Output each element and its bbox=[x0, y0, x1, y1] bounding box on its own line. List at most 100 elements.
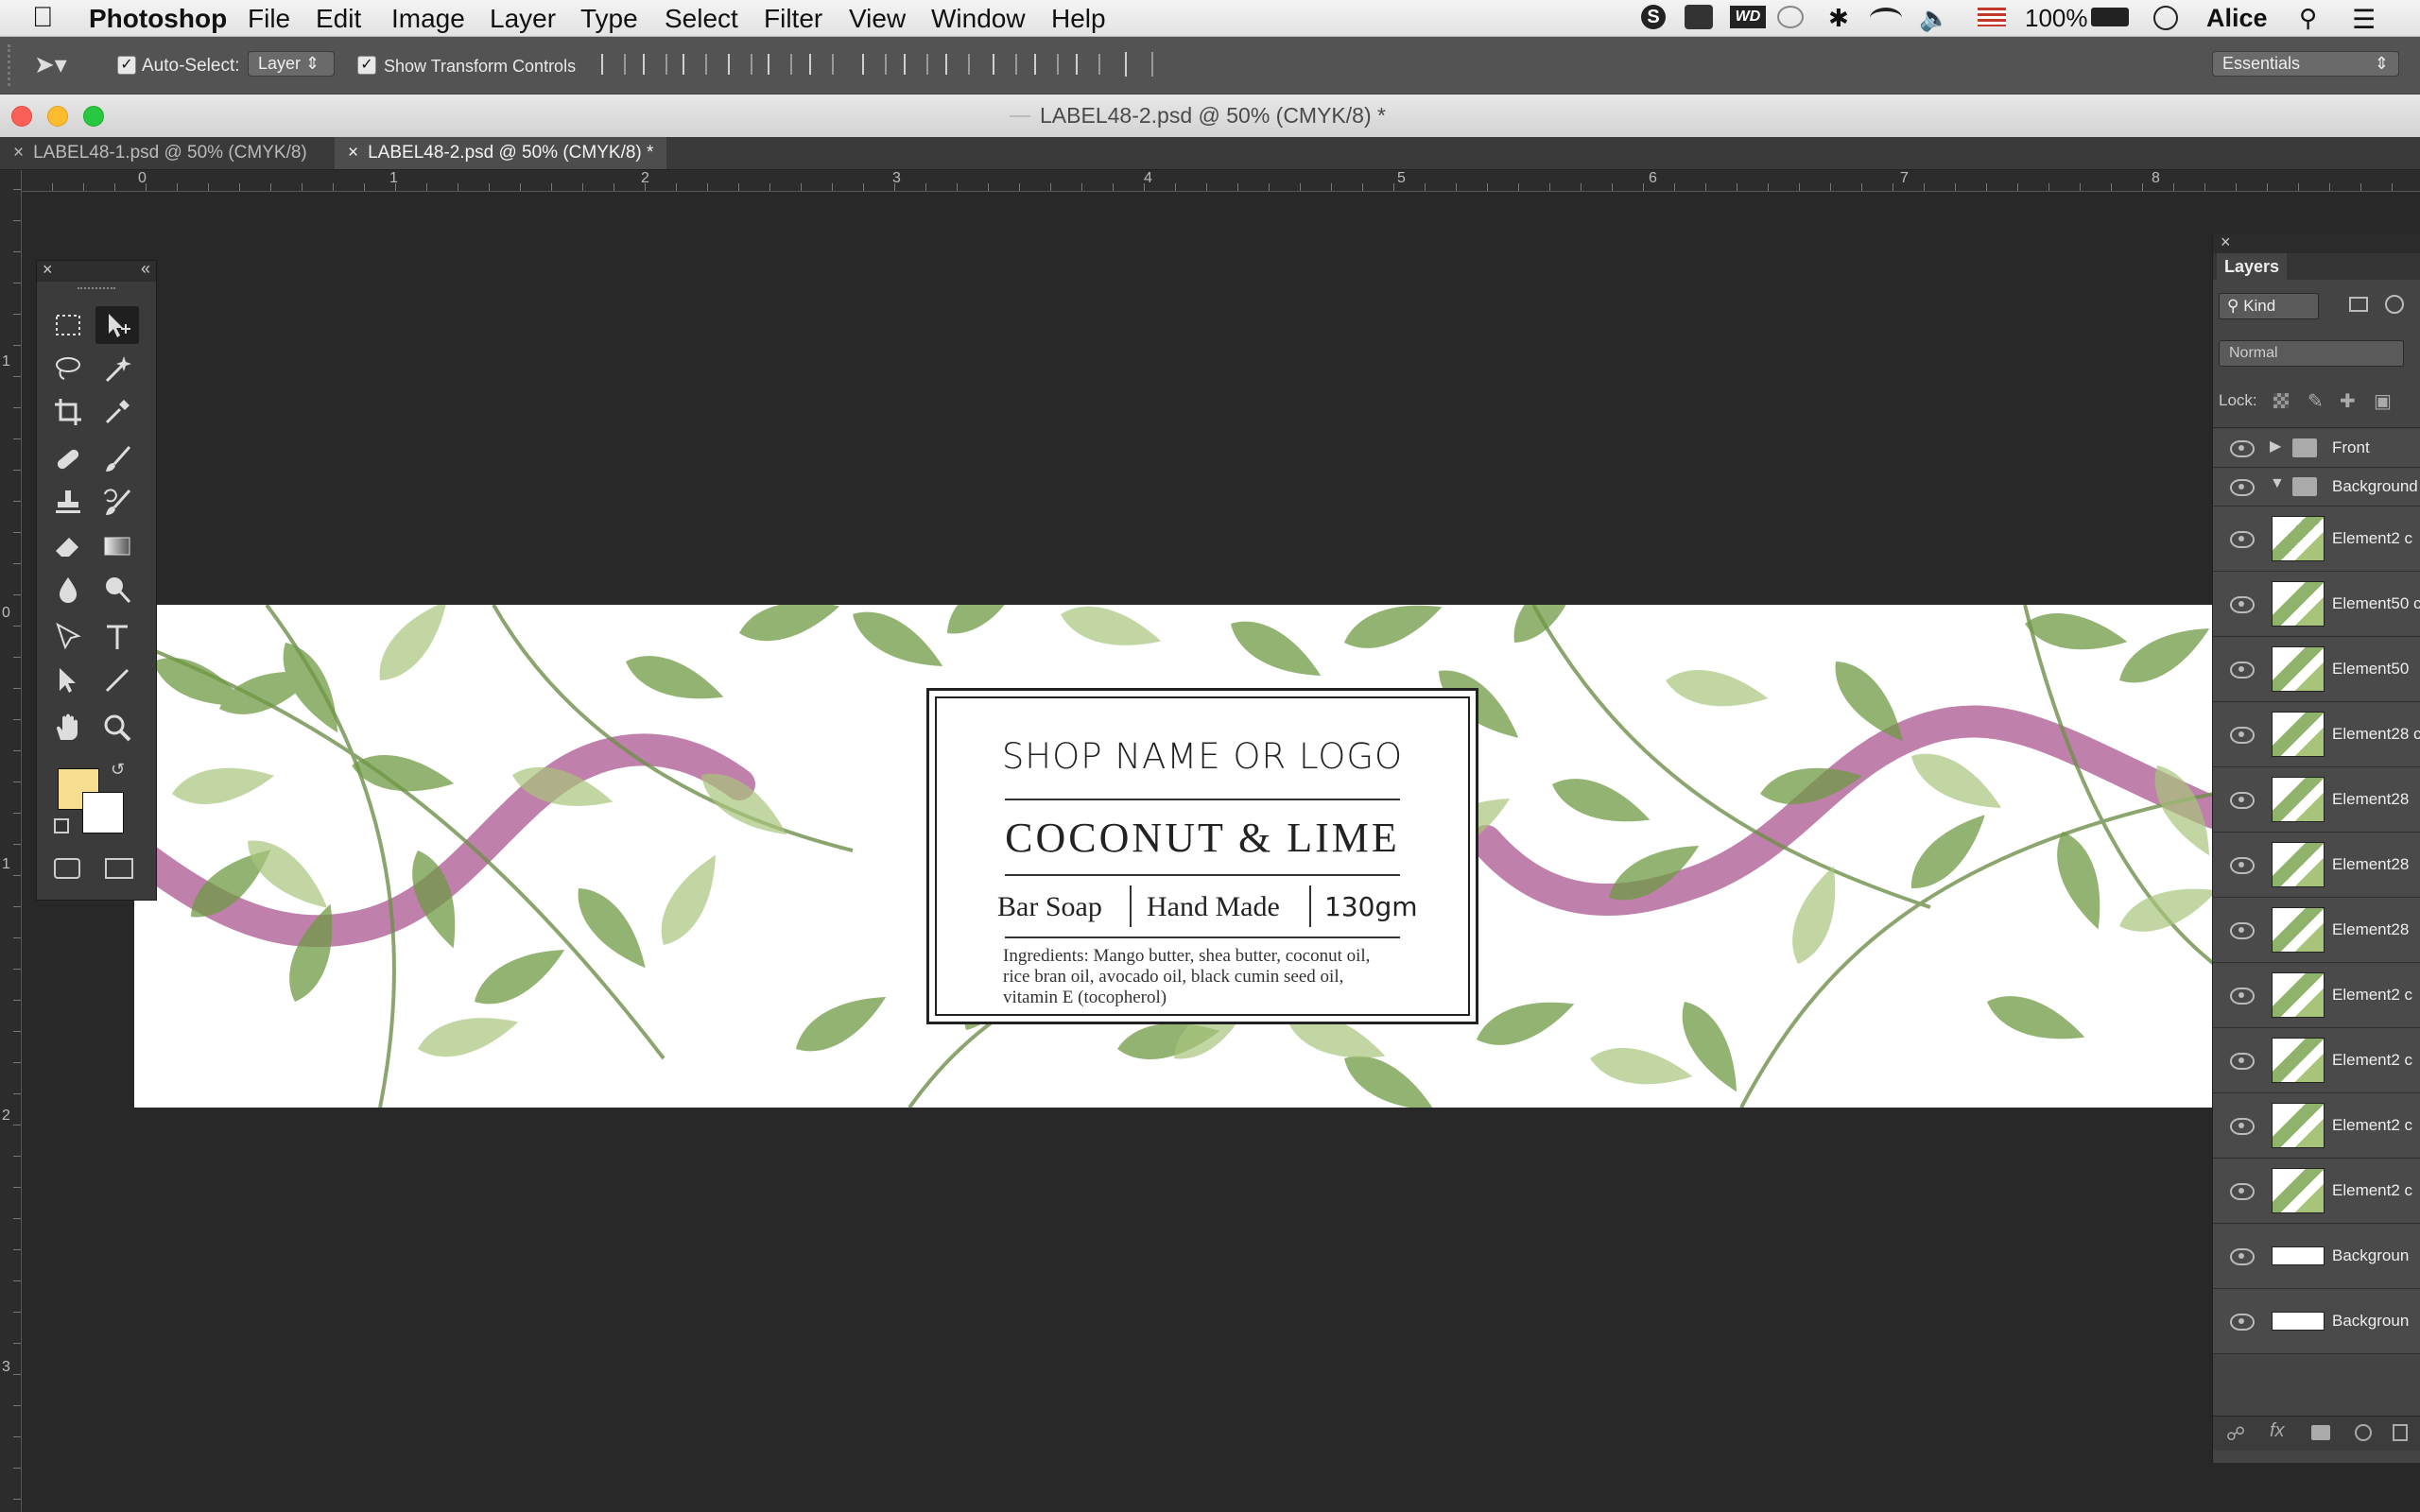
healing-brush-tool[interactable] bbox=[46, 440, 90, 478]
visibility-eye-icon[interactable] bbox=[2230, 531, 2255, 548]
layer-row[interactable]: Element28 bbox=[2213, 767, 2420, 833]
window-minimize-button[interactable] bbox=[47, 106, 68, 127]
layer-row[interactable]: Element50 bbox=[2213, 637, 2420, 702]
new-group-icon[interactable] bbox=[2393, 1424, 2408, 1441]
lock-transparent-icon[interactable] bbox=[2273, 393, 2289, 408]
visibility-eye-icon[interactable] bbox=[2230, 662, 2255, 679]
visibility-eye-icon[interactable] bbox=[2230, 727, 2255, 744]
layer-thumbnail[interactable] bbox=[2272, 842, 2325, 887]
eyedropper-tool[interactable] bbox=[95, 393, 139, 431]
wd-icon[interactable]: WD bbox=[1730, 6, 1766, 28]
window-zoom-button[interactable] bbox=[83, 106, 104, 127]
us-flag-icon[interactable] bbox=[1978, 8, 2006, 26]
layer-row[interactable]: Element50 cop bbox=[2213, 572, 2420, 637]
panel-collapse-icon[interactable]: « bbox=[141, 259, 150, 279]
clock-icon[interactable] bbox=[2153, 6, 2178, 30]
marquee-tool[interactable] bbox=[46, 306, 90, 344]
menu-edit[interactable]: Edit bbox=[316, 4, 361, 34]
layer-thumbnail[interactable] bbox=[2272, 777, 2325, 822]
menu-file[interactable]: File bbox=[248, 4, 290, 34]
lock-all-icon[interactable]: ▣ bbox=[2374, 389, 2392, 413]
visibility-eye-icon[interactable] bbox=[2230, 1183, 2255, 1200]
visibility-eye-icon[interactable] bbox=[2230, 1248, 2255, 1265]
screen-mode-icon[interactable] bbox=[105, 858, 133, 879]
layer-row-group-background[interactable]: ▼ Background bbox=[2213, 468, 2420, 507]
history-brush-tool[interactable] bbox=[95, 484, 139, 522]
align-right-icon[interactable] bbox=[809, 54, 834, 75]
bluetooth-icon[interactable]: ✱ bbox=[1828, 4, 1849, 33]
align-hcenter-icon[interactable] bbox=[768, 54, 792, 75]
clone-stamp-tool[interactable] bbox=[46, 484, 90, 522]
visibility-eye-icon[interactable] bbox=[2230, 596, 2255, 613]
menu-image[interactable]: Image bbox=[391, 4, 465, 34]
horizontal-ruler[interactable]: 0 1 2 3 4 5 6 7 8 bbox=[21, 170, 2420, 192]
distribute-bottom-icon[interactable] bbox=[945, 54, 970, 75]
options-bar-grip[interactable] bbox=[8, 44, 26, 86]
detail-weight[interactable]: 130gm bbox=[1324, 891, 1418, 922]
panel-close-icon[interactable]: × bbox=[43, 260, 53, 280]
visibility-eye-icon[interactable] bbox=[2230, 479, 2255, 496]
tools-panel-grip[interactable] bbox=[78, 287, 115, 295]
volume-icon[interactable]: 🔈 bbox=[1919, 4, 1949, 33]
align-left-icon[interactable] bbox=[728, 54, 752, 75]
layer-thumbnail[interactable] bbox=[2272, 646, 2325, 692]
menu-help[interactable]: Help bbox=[1051, 4, 1106, 34]
layer-row[interactable]: Element28 bbox=[2213, 898, 2420, 963]
visibility-eye-icon[interactable] bbox=[2230, 857, 2255, 874]
layer-row[interactable]: Element2 c bbox=[2213, 1159, 2420, 1224]
layer-filter-dropdown[interactable]: ⚲ Kind bbox=[2219, 293, 2319, 319]
link-layers-icon[interactable]: ☍ bbox=[2226, 1422, 2245, 1446]
layer-thumbnail[interactable] bbox=[2272, 907, 2325, 953]
skype-icon[interactable]: S bbox=[1641, 5, 1666, 29]
background-color-swatch[interactable] bbox=[82, 792, 124, 833]
lasso-tool[interactable] bbox=[46, 350, 90, 387]
visibility-eye-icon[interactable] bbox=[2230, 792, 2255, 809]
menu-window[interactable]: Window bbox=[931, 4, 1026, 34]
document-proxy-icon[interactable] bbox=[1010, 115, 1030, 117]
tab-layers[interactable]: Layers bbox=[2217, 253, 2288, 280]
app-menu[interactable]: Photoshop bbox=[89, 4, 227, 34]
tab-close-icon[interactable]: × bbox=[13, 143, 24, 163]
wifi-icon[interactable] bbox=[1870, 8, 1902, 28]
align-bottom-icon[interactable] bbox=[683, 54, 707, 75]
layer-row[interactable]: Backgroun bbox=[2213, 1289, 2420, 1354]
line-tool[interactable] bbox=[95, 662, 139, 699]
show-transform-checkbox[interactable]: ✓ bbox=[357, 56, 376, 75]
move-tool[interactable] bbox=[95, 306, 139, 344]
visibility-eye-icon[interactable] bbox=[2230, 1118, 2255, 1135]
auto-align-icon[interactable] bbox=[1125, 52, 1153, 77]
distribute-right-icon[interactable] bbox=[1076, 54, 1100, 75]
auto-select-dropdown[interactable]: Layer ⇕ bbox=[248, 51, 335, 77]
detail-bar-soap[interactable]: Bar Soap bbox=[997, 891, 1102, 923]
align-vcenter-icon[interactable] bbox=[643, 54, 667, 75]
menu-view[interactable]: View bbox=[849, 4, 906, 34]
blend-mode-dropdown[interactable]: Normal bbox=[2219, 340, 2404, 367]
layer-thumbnail[interactable] bbox=[2272, 712, 2325, 757]
battery-icon[interactable] bbox=[2091, 8, 2129, 26]
swap-colors-icon[interactable]: ↺ bbox=[111, 760, 125, 780]
dropbox-icon[interactable] bbox=[1685, 5, 1713, 29]
layer-row[interactable]: Element28 c bbox=[2213, 702, 2420, 767]
apple-icon[interactable]:  bbox=[32, 2, 54, 34]
visibility-eye-icon[interactable] bbox=[2230, 1053, 2255, 1070]
tab-label48-2[interactable]: × LABEL48-2.psd @ 50% (CMYK/8) * bbox=[335, 137, 667, 169]
path-selection-tool[interactable] bbox=[46, 662, 90, 699]
layers-panel-topbar[interactable]: × bbox=[2213, 232, 2420, 253]
default-colors-icon[interactable] bbox=[54, 818, 69, 833]
layer-thumbnail[interactable] bbox=[2272, 1168, 2325, 1213]
tab-close-icon[interactable]: × bbox=[348, 143, 358, 163]
type-tool[interactable] bbox=[95, 618, 139, 656]
visibility-eye-icon[interactable] bbox=[2230, 988, 2255, 1005]
distribute-vcenter-icon[interactable] bbox=[904, 54, 928, 75]
tools-panel-header[interactable]: × « bbox=[37, 259, 156, 282]
layer-row[interactable]: Backgroun bbox=[2213, 1224, 2420, 1289]
visibility-eye-icon[interactable] bbox=[2230, 1314, 2255, 1331]
menu-select[interactable]: Select bbox=[665, 4, 738, 34]
layer-thumbnail[interactable] bbox=[2272, 1246, 2325, 1265]
filter-adjustment-icon[interactable] bbox=[2385, 295, 2404, 314]
filter-pixel-layer-icon[interactable] bbox=[2349, 297, 2368, 312]
eraser-tool[interactable] bbox=[46, 527, 90, 565]
layer-thumbnail[interactable] bbox=[2272, 516, 2325, 561]
layer-thumbnail[interactable] bbox=[2272, 1312, 2325, 1331]
disclosure-triangle-icon[interactable]: ▶ bbox=[2270, 437, 2281, 455]
